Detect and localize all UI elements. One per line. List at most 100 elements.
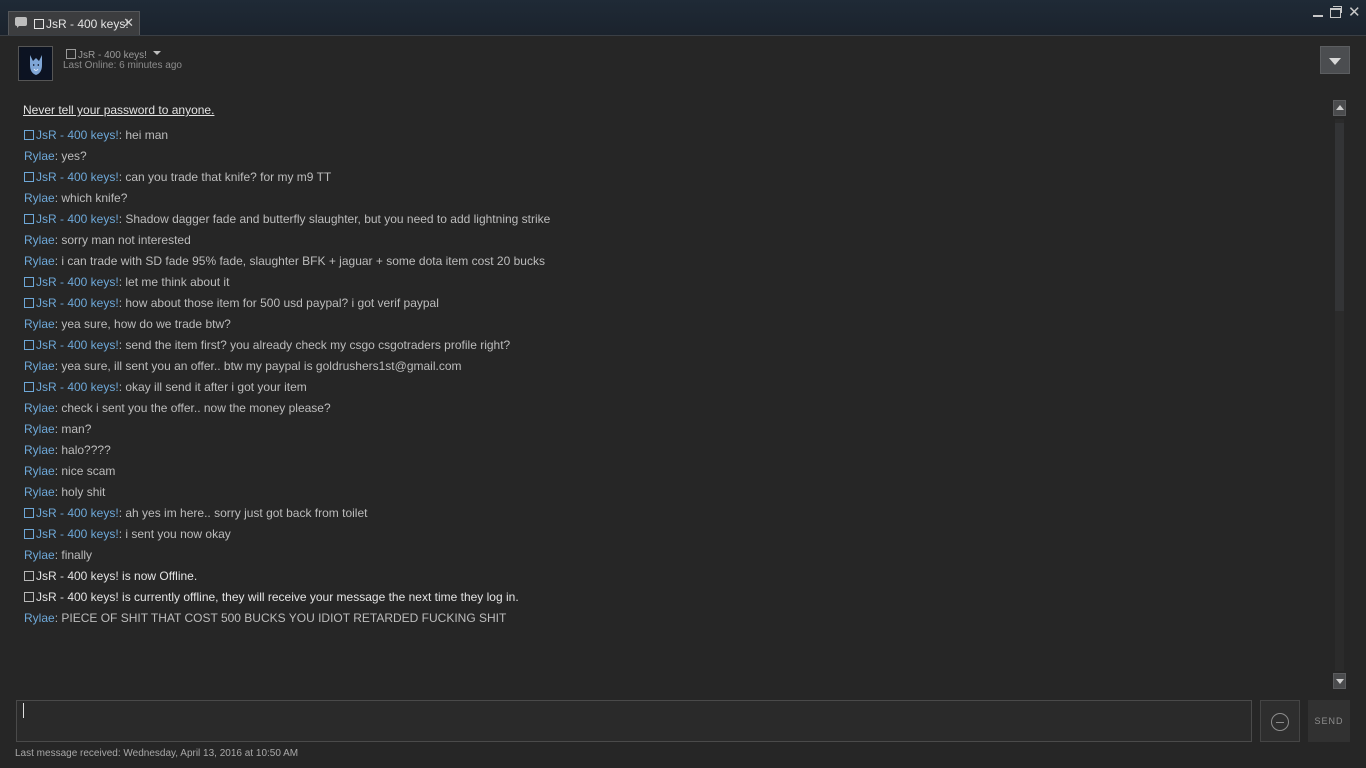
scroll-down-button[interactable] bbox=[1333, 673, 1346, 689]
message-sender-name: Rylae bbox=[24, 443, 55, 457]
missing-glyph-box bbox=[24, 277, 34, 287]
chat-message: Rylae: sorry man not interested bbox=[24, 231, 191, 249]
chat-message: Rylae: check i sent you the offer.. now … bbox=[24, 399, 331, 417]
chat-bubble-icon bbox=[15, 17, 27, 28]
chat-message: JsR - 400 keys!: Shadow dagger fade and … bbox=[24, 210, 550, 228]
system-message-text: JsR - 400 keys! is now Offline. bbox=[36, 569, 198, 583]
tab-label: JsR - 400 keys! bbox=[34, 17, 129, 31]
system-message-text: JsR - 400 keys! is currently offline, th… bbox=[36, 590, 519, 604]
message-sender-name: JsR - 400 keys! bbox=[36, 338, 119, 352]
message-text: : hei man bbox=[118, 128, 169, 142]
chat-message: JsR - 400 keys!: let me think about it bbox=[24, 273, 229, 291]
message-sender-name: JsR - 400 keys! bbox=[36, 275, 119, 289]
options-dropdown-button[interactable] bbox=[1320, 46, 1350, 74]
missing-glyph-box bbox=[24, 130, 34, 140]
message-sender-name: Rylae bbox=[24, 401, 55, 415]
chat-message: Rylae: yes? bbox=[24, 147, 87, 165]
password-warning[interactable]: Never tell your password to anyone. bbox=[23, 103, 214, 117]
message-sender[interactable]: JsR - 400 keys! bbox=[24, 170, 119, 184]
send-button[interactable]: SEND bbox=[1308, 700, 1350, 742]
maximize-button[interactable] bbox=[1330, 6, 1342, 18]
last-message-status: Last message received: Wednesday, April … bbox=[15, 748, 299, 759]
message-text: : yes? bbox=[54, 149, 87, 163]
message-sender[interactable]: Rylae bbox=[24, 317, 55, 331]
emoticon-button[interactable] bbox=[1260, 700, 1300, 742]
message-sender[interactable]: JsR - 400 keys! bbox=[24, 380, 119, 394]
message-text: : holy shit bbox=[54, 485, 106, 499]
message-sender-name: Rylae bbox=[24, 611, 55, 625]
message-sender[interactable]: Rylae bbox=[24, 422, 55, 436]
message-sender[interactable]: Rylae bbox=[24, 548, 55, 562]
message-text: : check i sent you the offer.. now the m… bbox=[54, 401, 331, 415]
message-sender-name: Rylae bbox=[24, 359, 55, 373]
missing-glyph-box bbox=[24, 172, 34, 182]
last-online: Last Online: 6 minutes ago bbox=[63, 60, 182, 71]
message-sender[interactable]: Rylae bbox=[24, 233, 55, 247]
missing-glyph-box bbox=[24, 382, 34, 392]
minimize-button[interactable] bbox=[1313, 15, 1323, 17]
message-sender-name: Rylae bbox=[24, 254, 55, 268]
message-sender[interactable]: Rylae bbox=[24, 443, 55, 457]
message-sender[interactable]: Rylae bbox=[24, 359, 55, 373]
message-sender-name: JsR - 400 keys! bbox=[36, 527, 119, 541]
message-sender-name: JsR - 400 keys! bbox=[36, 170, 119, 184]
message-sender[interactable]: Rylae bbox=[24, 191, 55, 205]
message-sender-name: Rylae bbox=[24, 233, 55, 247]
message-text: : which knife? bbox=[54, 191, 128, 205]
message-sender-name: Rylae bbox=[24, 191, 55, 205]
message-sender[interactable]: JsR - 400 keys! bbox=[24, 128, 119, 142]
tab-label-text: JsR - 400 keys! bbox=[46, 17, 129, 31]
missing-glyph-box bbox=[24, 508, 34, 518]
message-sender[interactable]: JsR - 400 keys! bbox=[24, 338, 119, 352]
message-sender-name: JsR - 400 keys! bbox=[36, 296, 119, 310]
chat-message: JsR - 400 keys!: send the item first? yo… bbox=[24, 336, 510, 354]
message-text: : halo???? bbox=[54, 443, 111, 457]
message-text: : ah yes im here.. sorry just got back f… bbox=[118, 506, 368, 520]
chat-message: JsR - 400 keys!: ah yes im here.. sorry … bbox=[24, 504, 367, 522]
chat-message: JsR - 400 keys!: okay ill send it after … bbox=[24, 378, 307, 396]
message-sender-name: Rylae bbox=[24, 422, 55, 436]
emoticon-icon bbox=[1271, 713, 1289, 731]
tab-close-icon[interactable]: ✕ bbox=[123, 15, 134, 31]
message-sender[interactable]: Rylae bbox=[24, 464, 55, 478]
message-text: : how about those item for 500 usd paypa… bbox=[118, 296, 439, 310]
missing-glyph-box bbox=[24, 592, 34, 602]
missing-glyph-box bbox=[24, 529, 34, 539]
message-text: : Shadow dagger fade and butterfly slaug… bbox=[118, 212, 551, 226]
message-sender[interactable]: Rylae bbox=[24, 401, 55, 415]
chat-message: JsR - 400 keys!: hei man bbox=[24, 126, 168, 144]
message-sender[interactable]: Rylae bbox=[24, 149, 55, 163]
message-text: : man? bbox=[54, 422, 92, 436]
message-sender[interactable]: JsR - 400 keys! bbox=[24, 275, 119, 289]
chat-message: Rylae: holy shit bbox=[24, 483, 105, 501]
chat-message: JsR - 400 keys!: how about those item fo… bbox=[24, 294, 439, 312]
message-input[interactable] bbox=[16, 700, 1252, 742]
message-text: : yea sure, ill sent you an offer.. btw … bbox=[54, 359, 462, 373]
missing-glyph-box bbox=[24, 214, 34, 224]
message-sender[interactable]: Rylae bbox=[24, 254, 55, 268]
chat-message: Rylae: man? bbox=[24, 420, 91, 438]
system-message: JsR - 400 keys! is now Offline. bbox=[24, 567, 197, 585]
message-sender[interactable]: JsR - 400 keys! bbox=[24, 296, 119, 310]
scroll-up-button[interactable] bbox=[1333, 100, 1346, 116]
message-sender[interactable]: JsR - 400 keys! bbox=[24, 506, 119, 520]
message-text: : i can trade with SD fade 95% fade, sla… bbox=[54, 254, 545, 268]
scrollbar-thumb[interactable] bbox=[1335, 123, 1344, 311]
message-text: : nice scam bbox=[54, 464, 116, 478]
chat-message: Rylae: finally bbox=[24, 546, 92, 564]
chevron-down-icon[interactable] bbox=[152, 51, 161, 56]
chat-message: Rylae: yea sure, how do we trade btw? bbox=[24, 315, 231, 333]
message-text: : let me think about it bbox=[118, 275, 230, 289]
missing-glyph-box bbox=[24, 571, 34, 581]
message-text: : i sent you now okay bbox=[118, 527, 231, 541]
message-sender-name: Rylae bbox=[24, 149, 55, 163]
message-sender[interactable]: Rylae bbox=[24, 611, 55, 625]
avatar[interactable] bbox=[18, 46, 53, 81]
message-sender-name: Rylae bbox=[24, 464, 55, 478]
close-window-button[interactable]: ✕ bbox=[1348, 3, 1361, 21]
tab-chat[interactable]: JsR - 400 keys! ✕ bbox=[8, 11, 140, 35]
message-sender[interactable]: Rylae bbox=[24, 485, 55, 499]
missing-glyph-box bbox=[24, 298, 34, 308]
message-sender[interactable]: JsR - 400 keys! bbox=[24, 527, 119, 541]
message-sender[interactable]: JsR - 400 keys! bbox=[24, 212, 119, 226]
